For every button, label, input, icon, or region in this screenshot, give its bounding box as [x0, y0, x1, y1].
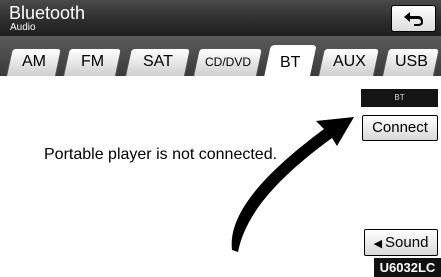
pointer-arrow-icon [231, 117, 354, 252]
